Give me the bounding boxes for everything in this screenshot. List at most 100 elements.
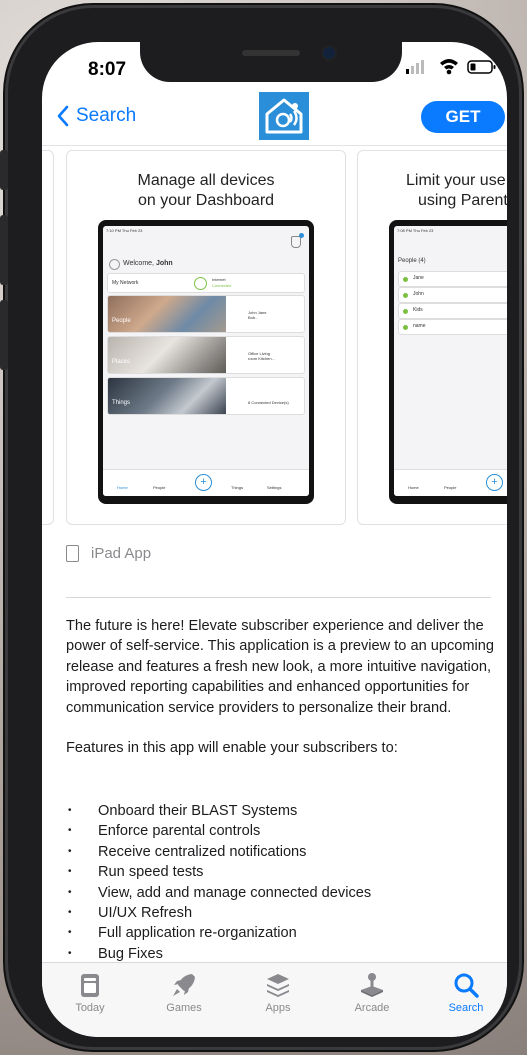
person-row: Kids	[398, 303, 507, 319]
online-dot	[403, 325, 408, 330]
tab-search[interactable]: Search	[426, 971, 506, 1014]
volume-down-button	[0, 300, 8, 370]
tab-arcade[interactable]: Arcade	[332, 971, 412, 1014]
feature-item: Onboard their BLAST Systems	[66, 801, 496, 822]
ipad-tab-bar: Home People +	[394, 469, 507, 496]
person-name: Kids	[413, 307, 423, 313]
front-camera	[323, 47, 335, 59]
things-tile-detail: 8 Connected Device(s)	[248, 400, 289, 405]
ipad-add-icon: +	[486, 474, 503, 491]
ipad-tab-home: Home	[408, 485, 419, 490]
online-dot	[403, 293, 408, 298]
feature-item: UI/UX Refresh	[66, 903, 496, 924]
person-name: John	[413, 291, 424, 297]
screenshot-card-dashboard[interactable]: Manage all devices on your Dashboard 7:1…	[66, 150, 346, 525]
ipad-status-time: 7:10 PM Thu Feb 23	[106, 228, 143, 233]
internet-label: Internet	[212, 277, 226, 282]
feature-item: Receive centralized notifications	[66, 842, 496, 863]
people-photo	[108, 296, 226, 332]
tab-label: Arcade	[354, 1002, 390, 1014]
caption-line-1: Limit your use	[406, 172, 506, 189]
ipad-icon	[66, 545, 79, 562]
features-list: Onboard their BLAST Systems Enforce pare…	[66, 801, 496, 965]
ipad-tab-people: People	[153, 485, 166, 490]
network-tile: My Network Internet Connected	[107, 273, 305, 293]
avatar-icon	[109, 259, 120, 270]
people-header: People (4)	[398, 258, 426, 264]
feature-item: Full application re-organization	[66, 923, 496, 944]
caption-line-2: on your Dashboard	[137, 192, 275, 209]
feature-item: Enforce parental controls	[66, 821, 496, 842]
description-paragraph: Features in this app will enable your su…	[66, 740, 398, 757]
feature-item: View, add and manage connected devices	[66, 883, 496, 904]
welcome-label: Welcome,	[123, 260, 154, 267]
ipad-mockup-2: 7:08 PM Thu Feb 23 People (4) Jane John …	[389, 220, 507, 504]
volume-up-button	[0, 215, 8, 285]
screenshot-caption-2: Limit your use using Parent	[358, 171, 507, 211]
phone-frame: 8:07 Search GET Manage all devices on yo…	[0, 5, 522, 1050]
person-name: Jane	[413, 275, 424, 281]
app-store-screen: 8:07 Search GET Manage all devices on yo…	[42, 42, 507, 1037]
ipad-tab-settings: Settings	[267, 485, 282, 490]
things-tile-label: Things	[112, 400, 131, 406]
tab-today[interactable]: Today	[50, 971, 130, 1014]
mute-switch	[0, 150, 8, 190]
ipad-app-indicator: iPad App	[66, 545, 151, 562]
get-button[interactable]: GET	[421, 101, 505, 133]
caption-line-1: Manage all devices	[137, 172, 275, 189]
signal-icon	[406, 60, 424, 74]
person-row: name	[398, 319, 507, 335]
status-time: 8:07	[88, 59, 127, 80]
feature-item: Run speed tests	[66, 862, 496, 883]
ipad-tab-things: Things	[231, 485, 244, 490]
tab-label: Search	[448, 1002, 484, 1014]
ipad-tab-home: Home	[117, 485, 128, 490]
tab-label: Today	[75, 1002, 105, 1014]
things-photo	[108, 378, 226, 414]
back-button[interactable]: Search	[56, 105, 136, 127]
screenshot-card-parental[interactable]: Limit your use using Parent 7:08 PM Thu …	[357, 150, 507, 525]
search-icon	[454, 973, 479, 998]
battery-icon	[467, 60, 496, 74]
screenshot-card-prev[interactable]	[42, 150, 54, 525]
joystick-icon	[361, 973, 383, 997]
person-name: name	[413, 323, 426, 329]
tab-label: Apps	[265, 1002, 291, 1014]
notification-dot	[299, 233, 304, 238]
speaker	[242, 50, 300, 56]
welcome-text: Welcome, John	[123, 260, 173, 267]
check-icon	[194, 277, 207, 290]
ipad-mockup: 7:10 PM Thu Feb 23 Welcome, John My Netw…	[98, 220, 314, 504]
places-tile: Places Office Living room Kitchen...	[107, 336, 305, 374]
chevron-left-icon	[57, 105, 69, 127]
status-icons	[406, 59, 496, 75]
tab-games[interactable]: Games	[144, 971, 224, 1014]
ipad-status-time: 7:08 PM Thu Feb 23	[397, 228, 434, 233]
people-tile-label: People	[112, 318, 131, 324]
things-tile: Things 8 Connected Device(s)	[107, 377, 305, 415]
person-row: Jane	[398, 271, 507, 287]
network-label: My Network	[112, 280, 139, 286]
person-row: John	[398, 287, 507, 303]
online-dot	[403, 277, 408, 282]
notch	[140, 42, 402, 82]
tab-bar: Today Games Apps Arcade Search	[42, 962, 507, 1037]
tab-apps[interactable]: Apps	[238, 971, 318, 1014]
bell-icon	[291, 236, 301, 248]
places-photo	[108, 337, 226, 373]
ipad-add-icon: +	[195, 474, 212, 491]
ipad-screen-2: 7:08 PM Thu Feb 23 People (4) Jane John …	[394, 226, 507, 496]
tab-label: Games	[166, 1002, 202, 1014]
ipad-tab-bar: Home People + Things Settings	[103, 469, 309, 496]
apps-stack-icon	[267, 974, 289, 997]
section-divider	[66, 597, 491, 598]
app-icon[interactable]	[259, 92, 309, 140]
description-paragraph: The future is here! Elevate subscriber e…	[66, 618, 495, 716]
online-dot	[403, 309, 408, 314]
wifi-icon	[440, 59, 458, 75]
screenshot-caption: Manage all devices on your Dashboard	[67, 171, 345, 211]
ipad-tab-people: People	[444, 485, 457, 490]
places-tile-label: Places	[112, 359, 131, 365]
today-icon	[81, 974, 99, 997]
nav-divider	[42, 145, 507, 146]
